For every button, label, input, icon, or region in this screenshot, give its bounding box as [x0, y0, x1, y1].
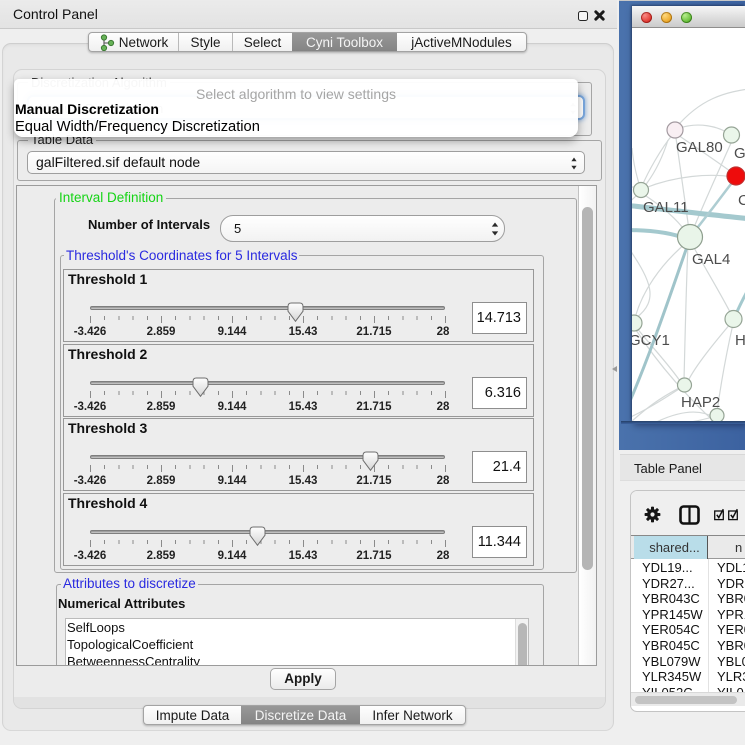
- svg-text:CD: CD: [738, 192, 745, 209]
- svg-text:HX: HX: [735, 332, 745, 349]
- svg-text:GAL4: GAL4: [692, 251, 730, 268]
- svg-text:GCY1: GCY1: [632, 332, 670, 349]
- svg-text:GAL: GAL: [734, 145, 745, 162]
- svg-text:GAL11: GAL11: [643, 199, 689, 216]
- svg-text:HAP2: HAP2: [681, 394, 720, 411]
- svg-text:GAL80: GAL80: [676, 139, 723, 156]
